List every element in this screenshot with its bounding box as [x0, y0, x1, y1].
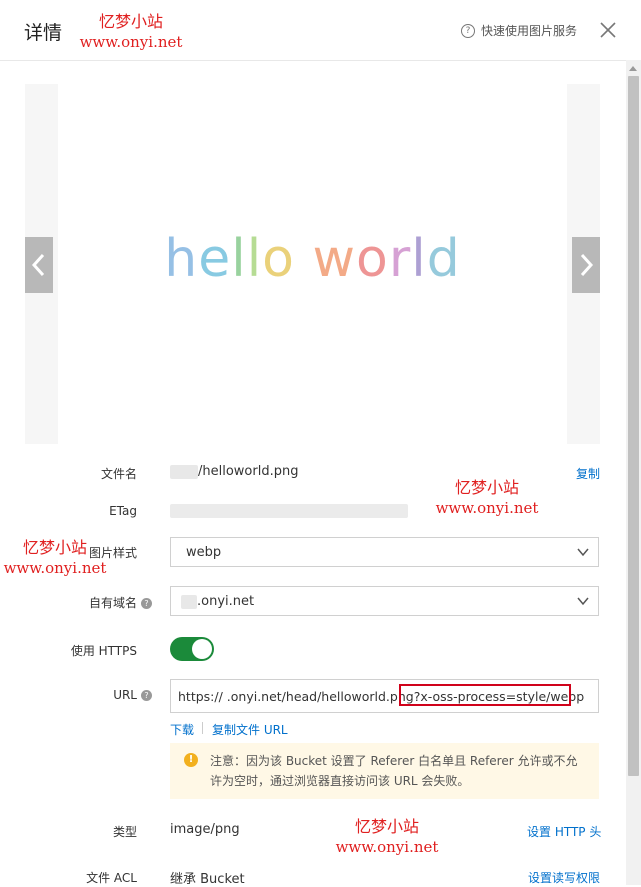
preview-letter: l [231, 229, 247, 289]
copy-url-link[interactable]: 复制文件 URL [212, 721, 288, 738]
close-icon[interactable] [598, 20, 618, 40]
quick-start-label: 快速使用图片服务 [481, 24, 578, 38]
preview-letter: r [388, 229, 412, 289]
preview-letter: o [356, 229, 389, 289]
prev-image-button[interactable] [25, 237, 53, 293]
style-label: 图片样式 [88, 546, 137, 560]
set-acl-link[interactable]: 设置读写权限 [528, 869, 600, 886]
watermark: 忆梦小站 www.onyi.net [335, 817, 439, 856]
set-http-header-link[interactable]: 设置 HTTP 头 [527, 823, 601, 840]
domain-select-value: .onyi.net [181, 594, 254, 609]
style-select-value: webp [186, 545, 222, 560]
chevron-right-icon [580, 253, 594, 277]
dialog-title: 详情 [24, 22, 63, 44]
type-value: image/png [170, 822, 240, 837]
preview-letter: l [246, 229, 263, 289]
redacted-block [170, 503, 408, 518]
acl-label: 文件 ACL [86, 871, 137, 885]
download-link[interactable]: 下载 [170, 721, 194, 738]
domain-label: 自有域名? [60, 594, 152, 611]
copy-filename-link[interactable]: 复制 [576, 465, 600, 482]
question-circle-icon: ? [461, 23, 475, 38]
watermark: 忆梦小站 www.onyi.net [435, 478, 539, 517]
preview-letter: w [312, 229, 357, 289]
preview-letter: e [198, 229, 232, 289]
toggle-knob [192, 639, 212, 659]
image-preview: hello world [25, 84, 600, 444]
filename-label: 文件名 [100, 467, 137, 481]
preview-letter [295, 229, 313, 289]
url-highlight-box [399, 684, 571, 706]
filename-value: /helloworld.png [170, 464, 298, 479]
question-circle-icon[interactable]: ? [141, 690, 152, 701]
preview-letter: d [426, 229, 461, 289]
acl-value: 继承 Bucket [170, 872, 245, 887]
notice-text: 注意：因为该 Bucket 设置了 Referer 白名单且 Referer 允… [210, 754, 578, 788]
preview-image: hello world [58, 229, 567, 289]
next-image-button[interactable] [572, 237, 600, 293]
preview-letter: o [262, 229, 295, 289]
chevron-left-icon [31, 253, 45, 277]
question-circle-icon[interactable]: ? [141, 598, 152, 609]
preview-letter: h [164, 229, 199, 289]
etag-value [170, 503, 408, 518]
type-label: 类型 [112, 825, 137, 839]
watermark: 忆梦小站 www.onyi.net [79, 12, 183, 51]
quick-start-link[interactable]: ? 快速使用图片服务 [461, 22, 577, 39]
style-select[interactable]: webp [170, 537, 599, 567]
warning-icon: ! [184, 753, 198, 767]
etag-label: ETag [109, 504, 137, 518]
preview-canvas: hello world [58, 84, 567, 444]
chevron-down-icon [577, 548, 589, 557]
domain-select[interactable]: .onyi.net [170, 586, 599, 616]
scroll-up-arrow-icon[interactable] [629, 66, 637, 71]
scrollbar-thumb[interactable] [628, 76, 639, 776]
https-toggle[interactable] [170, 637, 214, 661]
link-divider [202, 722, 203, 734]
chevron-down-icon [577, 597, 589, 606]
redacted-block [170, 464, 198, 479]
referer-notice: ! 注意：因为该 Bucket 设置了 Referer 白名单且 Referer… [170, 743, 599, 799]
url-label: URL? [90, 688, 152, 702]
preview-letter: l [411, 229, 427, 289]
https-label: 使用 HTTPS [70, 644, 137, 658]
redacted-block [181, 594, 197, 609]
